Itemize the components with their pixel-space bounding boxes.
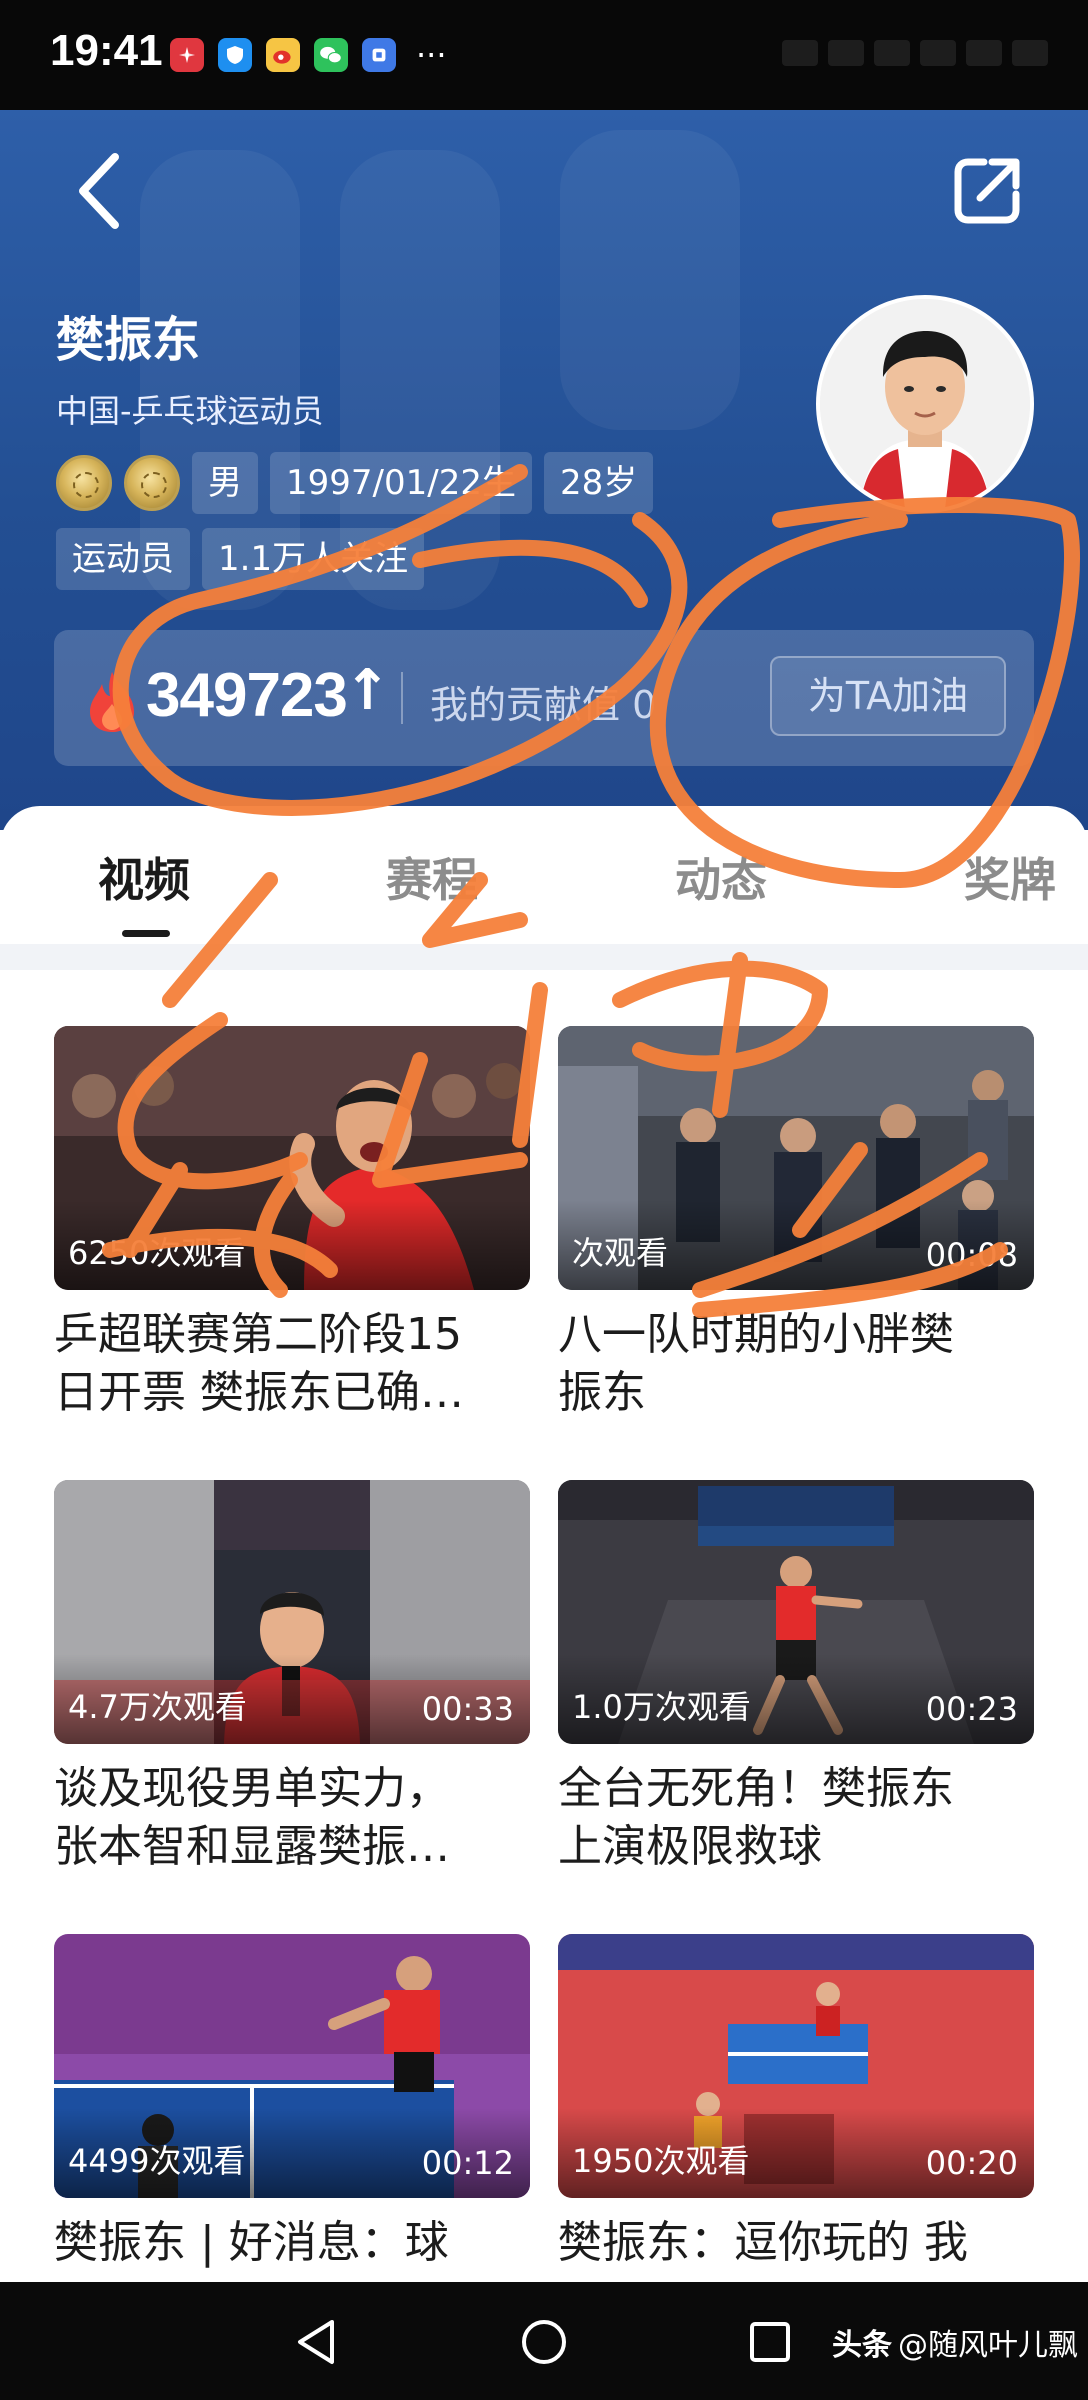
video-title-line: 上演极限救球 — [558, 1821, 822, 1872]
status-app-icons: ··· — [170, 38, 447, 72]
age-tag: 28岁 — [543, 452, 654, 514]
gender-tag: 男 — [192, 452, 258, 514]
video-title[interactable]: 谈及现役男单实力， 张本智和显露樊振… — [54, 1760, 530, 1876]
header-decoration — [560, 130, 740, 430]
view-count: 4.7万次观看 — [68, 1688, 247, 1726]
video-title-line: 张本智和显露樊振… — [54, 1821, 450, 1872]
view-count: 6250次观看 — [68, 1234, 246, 1272]
info-tags-row: 男 1997/01/22生 28岁 — [56, 452, 654, 514]
video-duration: 00:08 — [925, 1236, 1018, 1274]
video-duration: 00:23 — [925, 1690, 1018, 1728]
fire-icon — [90, 672, 134, 732]
tab-bar: 视频 赛程 动态 奖牌 — [0, 806, 1088, 946]
nav-home-icon[interactable] — [514, 2312, 574, 2372]
video-thumbnail[interactable]: 6250次观看 — [54, 1026, 530, 1290]
video-title-line: 谈及现役男单实力， — [54, 1763, 450, 1814]
video-title-line: 乒超联赛第二阶段15 — [54, 1309, 462, 1360]
tab-schedule[interactable]: 赛程 — [386, 844, 478, 910]
video-card[interactable]: 1.0万次观看 00:23 全台无死角！樊振东 上演极限救球 — [558, 1480, 1034, 1876]
active-tab-indicator — [122, 930, 170, 937]
video-title-line: 振东 — [558, 1367, 646, 1418]
video-title-line: 樊振东：逗你玩的 我 — [558, 2217, 968, 2268]
back-button[interactable] — [64, 146, 134, 236]
weibo-icon — [266, 38, 300, 72]
heat-score: 349723 — [146, 661, 348, 730]
share-icon — [954, 158, 1020, 224]
athlete-name: 樊振东 — [56, 312, 201, 368]
video-thumbnail[interactable]: 1.0万次观看 00:23 — [558, 1480, 1034, 1744]
nav-back-icon[interactable] — [288, 2312, 348, 2372]
followers-tag[interactable]: 1.1万人关注 — [202, 528, 425, 590]
avatar — [816, 295, 1034, 513]
video-thumbnail[interactable]: 4499次观看 00:12 — [54, 1934, 530, 2198]
chevron-left-icon — [79, 153, 119, 229]
video-thumbnail[interactable]: 4.7万次观看 00:33 — [54, 1480, 530, 1744]
cheer-button[interactable]: 为TA加油 — [770, 656, 1006, 736]
role-tags-row: 运动员 1.1万人关注 — [56, 528, 425, 590]
video-title-line: 樊振东 | 好消息：球 — [54, 2217, 449, 2268]
view-count: 1.0万次观看 — [572, 1688, 751, 1726]
view-count: 4499次观看 — [68, 2142, 246, 2180]
system-nav-bar: 头条 @随风叶儿飘 — [0, 2282, 1088, 2400]
arrow-up-icon: ↑ — [344, 658, 391, 723]
athlete-subtitle: 中国-乒乓球运动员 — [56, 392, 324, 430]
watermark-brand: 头条 — [832, 2328, 892, 2363]
video-title[interactable]: 乒超联赛第二阶段15 日开票 樊振东已确… — [54, 1306, 530, 1422]
video-card[interactable]: 次观看 00:08 八一队时期的小胖樊 振东 — [558, 1026, 1034, 1422]
tab-medals[interactable]: 奖牌 — [964, 844, 1056, 910]
status-indicators — [782, 40, 1048, 66]
watermark-handle: @随风叶儿飘 — [898, 2328, 1078, 2363]
wechat-icon — [314, 38, 348, 72]
video-title-line: 全台无死角！樊振东 — [558, 1763, 954, 1814]
status-time: 19:41 — [50, 26, 163, 75]
birthdate-tag: 1997/01/22生 — [270, 452, 532, 514]
video-thumbnail[interactable]: 1950次观看 00:20 — [558, 1934, 1034, 2198]
video-card[interactable]: 4.7万次观看 00:33 谈及现役男单实力， 张本智和显露樊振… — [54, 1480, 530, 1876]
status-bar: 19:41 ··· — [0, 0, 1088, 110]
video-title[interactable]: 八一队时期的小胖樊 振东 — [558, 1306, 1034, 1422]
gold-medal-icon — [56, 455, 112, 511]
app-icon — [362, 38, 396, 72]
gold-medal-icon — [124, 455, 180, 511]
video-title-line: 八一队时期的小胖樊 — [558, 1309, 954, 1360]
my-contribution: 我的贡献值 0 — [430, 683, 657, 727]
video-thumbnail[interactable]: 次观看 00:08 — [558, 1026, 1034, 1290]
video-duration: 00:12 — [421, 2144, 514, 2182]
video-title-line: 日开票 樊振东已确… — [54, 1367, 464, 1418]
more-notifications-icon: ··· — [416, 36, 447, 74]
stat-divider — [401, 672, 403, 724]
video-card[interactable]: 4499次观看 00:12 樊振东 | 好消息：球 — [54, 1934, 530, 2330]
video-title[interactable]: 全台无死角！樊振东 上演极限救球 — [558, 1760, 1034, 1876]
nav-recents-icon[interactable] — [740, 2312, 800, 2372]
view-count: 1950次观看 — [572, 2142, 750, 2180]
share-button[interactable] — [942, 146, 1032, 236]
view-count: 次观看 — [572, 1234, 669, 1272]
video-duration: 00:33 — [421, 1690, 514, 1728]
tab-videos[interactable]: 视频 — [98, 844, 190, 910]
video-duration: 00:20 — [925, 2144, 1018, 2182]
video-card[interactable]: 6250次观看 乒超联赛第二阶段15 日开票 樊振东已确… — [54, 1026, 530, 1422]
huawei-icon — [170, 38, 204, 72]
heat-stat-card: 349723 ↑ 我的贡献值 0 为TA加油 — [54, 630, 1034, 766]
athlete-header: 樊振东 中国-乒乓球运动员 男 1997/01/22生 28岁 运动员 1.1万… — [0, 110, 1088, 830]
watermark: 头条 @随风叶儿飘 — [832, 2320, 1078, 2364]
video-card[interactable]: 1950次观看 00:20 樊振东：逗你玩的 我 — [558, 1934, 1034, 2330]
shield-icon — [218, 38, 252, 72]
tab-updates[interactable]: 动态 — [675, 844, 767, 910]
role-tag: 运动员 — [56, 528, 190, 590]
section-divider — [0, 944, 1088, 970]
